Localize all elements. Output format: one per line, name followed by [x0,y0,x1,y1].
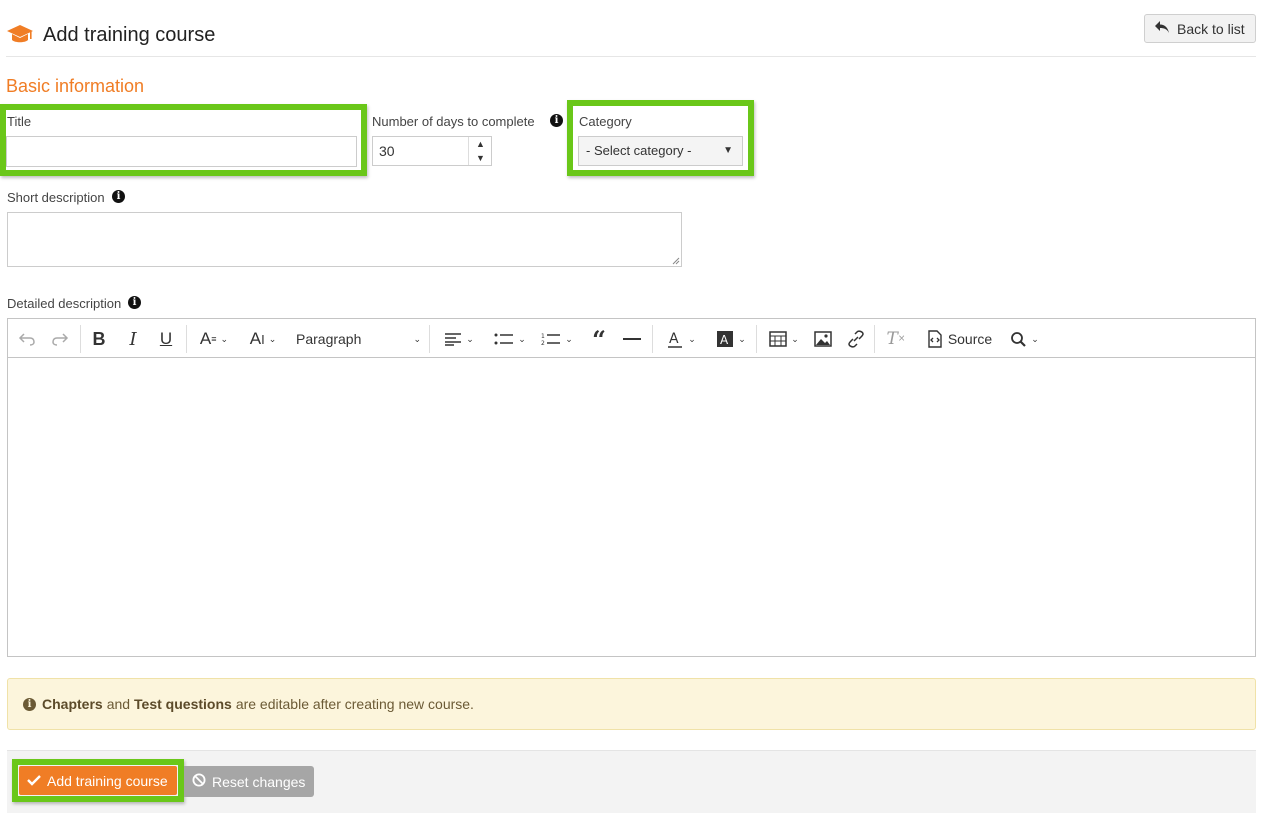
resize-grip-icon[interactable] [672,257,680,265]
undo-icon[interactable] [16,326,38,352]
check-icon [27,773,41,789]
italic-icon[interactable]: I [122,326,144,352]
rich-text-editor: B I U A ≡ ⌄ A I ⌄ Paragraph ⌄ ⌄ ⌄ 1 2 ⌄ “ A ⌄ A… [7,318,1256,657]
svg-text:1: 1 [541,333,545,340]
detailed-description-label: Detailed description [7,296,122,311]
title-label: Title [7,114,32,129]
alert-and: and [106,696,131,712]
header-divider [6,56,1256,57]
graduation-cap-icon [6,22,34,46]
category-label: Category [579,114,632,129]
add-training-course-label: Add training course [47,772,168,789]
font-family-icon[interactable]: A I ⌄ [243,326,283,352]
caret-down-icon: ▼ [723,145,733,156]
short-description-textarea[interactable] [7,212,682,267]
category-value: - Select category - [586,143,692,158]
info-icon: i [23,697,36,711]
bulleted-list-icon[interactable]: ⌄ [486,326,534,352]
add-training-course-button[interactable]: Add training course [19,766,177,795]
section-title: Basic information [6,76,145,96]
svg-text:A: A [669,331,679,347]
heading-dropdown[interactable]: Paragraph ⌄ [296,326,421,352]
table-icon[interactable]: ⌄ [763,326,805,352]
align-icon[interactable]: ⌄ [439,326,479,352]
link-icon[interactable] [844,326,868,352]
font-background-icon[interactable]: A ⌄ [710,326,752,352]
info-alert: i Chapters and Test questions are editab… [7,678,1256,730]
redo-icon[interactable] [49,326,71,352]
source-icon[interactable]: Source [919,326,999,352]
info-icon[interactable]: i [550,114,563,127]
source-label: Source [947,331,993,347]
bold-icon[interactable]: B [88,326,110,352]
alert-rest: are editable after creating new course. [235,696,474,712]
chevron-down-icon: ⌄ [413,333,421,344]
svg-text:A: A [720,333,729,347]
days-spinner[interactable]: ▲ ▼ [468,137,491,165]
numbered-list-icon[interactable]: 1 2 ⌄ [536,326,578,352]
category-select[interactable]: - Select category - ▼ [578,136,743,166]
back-to-list-button[interactable]: Back to list [1144,14,1256,43]
days-label: Number of days to complete [372,114,535,129]
remove-format-icon[interactable]: T × [884,326,908,352]
find-replace-icon[interactable]: ⌄ [1002,326,1046,352]
quote-icon[interactable]: “ [588,325,610,354]
reset-changes-button[interactable]: Reset changes [184,766,314,797]
font-size-icon[interactable]: A ≡ ⌄ [194,326,234,352]
short-description-label: Short description [7,190,105,205]
increment-arrow-icon[interactable]: ▲ [469,137,492,151]
editor-content-area[interactable] [8,359,1255,656]
reset-changes-label: Reset changes [212,773,306,790]
image-icon[interactable] [811,326,835,352]
title-input[interactable] [6,136,357,167]
info-icon[interactable]: i [128,296,141,309]
decrement-arrow-icon[interactable]: ▼ [469,151,492,165]
ban-icon [192,773,206,790]
heading-dropdown-label: Paragraph [296,331,362,347]
alert-test-questions: Test questions [134,696,232,712]
underline-icon[interactable]: U [155,326,177,352]
alert-chapters: Chapters [42,696,103,712]
page-title: Add training course [43,24,216,46]
svg-text:2: 2 [541,340,545,346]
back-to-list-label: Back to list [1177,20,1245,37]
font-color-icon[interactable]: A ⌄ [660,326,702,352]
reply-arrow-icon [1154,20,1170,37]
horizontal-line-icon[interactable] [620,326,644,352]
editor-toolbar: B I U A ≡ ⌄ A I ⌄ Paragraph ⌄ ⌄ ⌄ 1 2 ⌄ “ A ⌄ A… [8,319,1255,358]
info-icon[interactable]: i [112,190,125,203]
